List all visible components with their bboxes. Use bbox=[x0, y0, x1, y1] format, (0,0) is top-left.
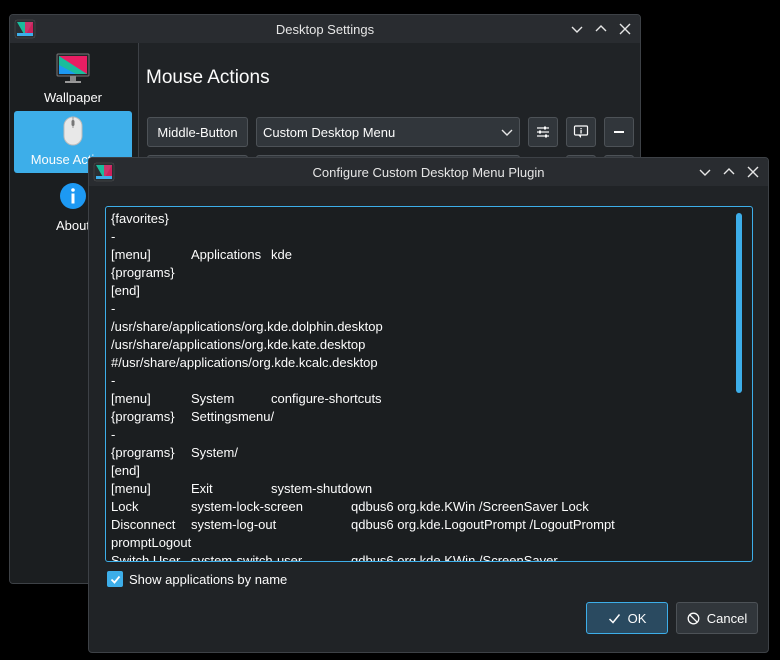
mouse-icon bbox=[63, 116, 83, 146]
chevron-down-icon bbox=[501, 129, 513, 136]
close-icon bbox=[747, 166, 759, 178]
close-button[interactable] bbox=[744, 163, 762, 181]
chevron-down-icon bbox=[571, 26, 583, 33]
minimize-button[interactable] bbox=[568, 20, 586, 38]
cancel-icon bbox=[687, 612, 700, 624]
info-dialog-icon bbox=[573, 125, 589, 138]
editor-token: {programs} bbox=[111, 265, 175, 280]
editor-token: Exit bbox=[191, 481, 213, 496]
editor-token: System/ bbox=[191, 445, 238, 460]
checkbox-label: Show applications by name bbox=[129, 571, 288, 587]
scrollbar-track[interactable] bbox=[736, 209, 748, 559]
editor-token: system-log-out bbox=[191, 517, 277, 532]
chevron-down-icon bbox=[699, 169, 711, 176]
editor-token: Switch User bbox=[111, 553, 181, 562]
close-button[interactable] bbox=[616, 20, 634, 38]
editor-token: /usr/share/applications/org.kde.kate.des… bbox=[111, 337, 366, 352]
scrollbar-thumb[interactable] bbox=[736, 213, 742, 393]
editor-token: [menu] bbox=[111, 247, 151, 262]
editor-token: {programs} bbox=[111, 445, 175, 460]
checkmark-icon bbox=[608, 613, 620, 624]
editor-token: - bbox=[111, 373, 116, 388]
editor-token: system-switch-user bbox=[191, 553, 303, 562]
dialog-title: Configure Custom Desktop Menu Plugin bbox=[312, 164, 545, 180]
menu-config-editor[interactable]: {favorites} - [menu] Applications kde {progra… bbox=[105, 206, 753, 562]
cancel-button[interactable]: Cancel bbox=[676, 602, 758, 634]
editor-token: {programs} bbox=[111, 409, 175, 424]
configure-plugin-dialog: Configure Custom Desktop Menu Plugin {fa… bbox=[88, 157, 769, 653]
checkmark-icon bbox=[110, 575, 120, 584]
titlebar[interactable]: Desktop Settings bbox=[10, 15, 640, 43]
editor-token: qdbus6 org.kde.LogoutPrompt /LogoutPromp… bbox=[351, 517, 615, 532]
maximize-button[interactable] bbox=[720, 163, 738, 181]
editor-token: {favorites} bbox=[111, 211, 169, 226]
show-by-name-checkbox[interactable]: Show applications by name bbox=[107, 571, 287, 587]
editor-token: - bbox=[111, 427, 116, 442]
minimize-button[interactable] bbox=[696, 163, 714, 181]
editor-token: system-shutdown bbox=[271, 481, 373, 496]
editor-token: [end] bbox=[111, 283, 140, 298]
editor-token: promptLogout bbox=[111, 535, 192, 550]
editor-token: - bbox=[111, 229, 116, 244]
editor-token: qdbus6 org.kde.KWin /ScreenSaver Lock bbox=[351, 499, 589, 514]
editor-token: System bbox=[191, 391, 235, 406]
minus-icon bbox=[614, 131, 624, 133]
editor-token: system-lock-screen bbox=[191, 499, 303, 514]
middle-button-trigger[interactable]: Middle-Button bbox=[147, 117, 248, 147]
sidebar-item-wallpaper[interactable]: Wallpaper bbox=[14, 49, 132, 111]
editor-token: [menu] bbox=[111, 391, 151, 406]
ok-button[interactable]: OK bbox=[586, 602, 668, 634]
app-icon bbox=[93, 162, 115, 182]
about-plugin-button[interactable] bbox=[566, 117, 596, 147]
editor-token: Disconnect bbox=[111, 517, 176, 532]
info-icon bbox=[60, 183, 86, 209]
close-icon bbox=[619, 23, 631, 35]
chevron-up-icon bbox=[595, 25, 607, 32]
editor-token: configure-shortcuts bbox=[271, 391, 382, 406]
app-icon bbox=[14, 19, 36, 39]
editor-token: qdbus6 org.kde.KWin /ScreenSaver bbox=[351, 553, 558, 562]
window-title: Desktop Settings bbox=[275, 21, 375, 37]
editor-token: Applications bbox=[191, 247, 262, 262]
dialog-titlebar[interactable]: Configure Custom Desktop Menu Plugin bbox=[89, 158, 768, 186]
editor-token: Settingsmenu/ bbox=[191, 409, 275, 424]
chevron-up-icon bbox=[723, 168, 735, 175]
page-title: Mouse Actions bbox=[146, 67, 270, 88]
checkbox-box[interactable] bbox=[107, 571, 123, 587]
cancel-label: Cancel bbox=[706, 610, 748, 626]
combo-value: Custom Desktop Menu bbox=[263, 124, 396, 140]
ok-label: OK bbox=[627, 610, 647, 626]
editor-token: [menu] bbox=[111, 481, 151, 496]
editor-token: kde bbox=[271, 247, 292, 262]
editor-token: Lock bbox=[111, 499, 139, 514]
editor-token: /usr/share/applications/org.kde.dolphin.… bbox=[111, 319, 383, 334]
monitor-icon bbox=[56, 53, 90, 83]
editor-token: - bbox=[111, 301, 116, 316]
editor-token: #/usr/share/applications/org.kde.kcalc.d… bbox=[111, 355, 378, 370]
editor-token: [end] bbox=[111, 463, 140, 478]
configure-button[interactable] bbox=[528, 117, 558, 147]
action-combo[interactable]: Custom Desktop Menu bbox=[256, 117, 520, 147]
sidebar-item-label: Wallpaper bbox=[43, 90, 103, 105]
maximize-button[interactable] bbox=[592, 20, 610, 38]
sliders-icon bbox=[537, 126, 549, 138]
remove-action-button[interactable] bbox=[604, 117, 634, 147]
